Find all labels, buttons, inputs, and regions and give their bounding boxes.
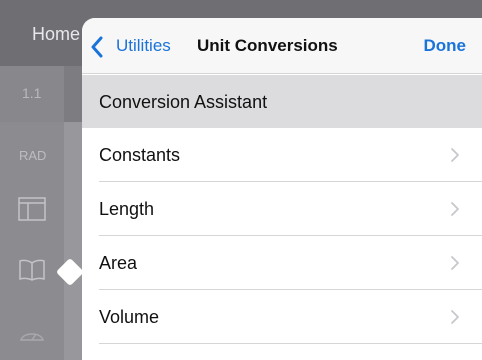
chevron-right-icon: [451, 310, 459, 324]
list-item-volume[interactable]: Volume: [82, 290, 482, 344]
divider: [99, 343, 482, 344]
back-button[interactable]: Utilities: [116, 36, 171, 56]
chevron-right-icon: [451, 148, 459, 162]
conversion-assistant-row[interactable]: Conversion Assistant: [82, 75, 482, 128]
row-label: Conversion Assistant: [99, 92, 268, 112]
list-item-area[interactable]: Area: [82, 236, 482, 290]
row-label: Length: [99, 199, 155, 219]
chevron-right-icon: [451, 202, 459, 216]
layout-icon[interactable]: [18, 197, 46, 221]
row-label: Constants: [99, 145, 181, 165]
list-item-length[interactable]: Length: [82, 182, 482, 236]
row-label: Area: [99, 253, 138, 273]
unit-conversions-popover: Utilities Unit Conversions Done Conversi…: [82, 18, 482, 360]
done-button[interactable]: Done: [424, 36, 467, 56]
gauge-icon[interactable]: [19, 326, 45, 344]
chevron-right-icon: [451, 256, 459, 270]
list-item-constants[interactable]: Constants: [82, 128, 482, 182]
chevron-left-icon[interactable]: [90, 36, 104, 58]
tab-label: 1.1: [22, 85, 42, 101]
book-icon[interactable]: [19, 259, 45, 281]
popover-nav-bar: Utilities Unit Conversions Done: [82, 18, 482, 74]
popover-title: Unit Conversions: [197, 36, 338, 55]
screen: Home 1.1 RAD Utilities Unit Conversions …: [0, 0, 482, 360]
row-label: Volume: [99, 307, 160, 327]
angle-mode-label: RAD: [19, 148, 47, 163]
home-button[interactable]: Home: [32, 24, 80, 45]
tab-1-1[interactable]: 1.1: [0, 66, 64, 122]
